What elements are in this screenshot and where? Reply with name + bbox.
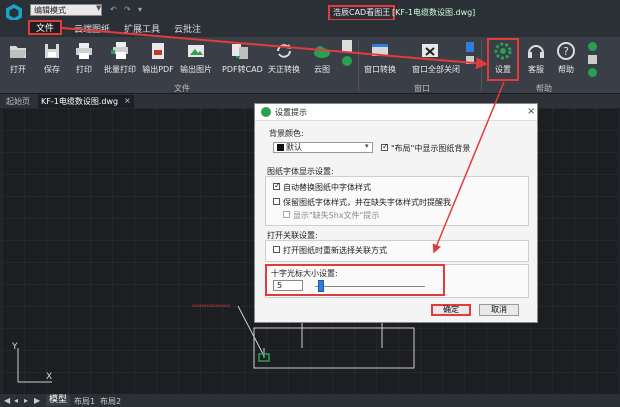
layout-bg-checkbox[interactable] [381, 142, 389, 151]
close-all-windows-button[interactable]: 窗口全部关闭 [412, 41, 460, 75]
export-pdf-button[interactable]: 输出PDF [140, 41, 176, 75]
nav-last-icon[interactable]: ▶ [34, 396, 40, 405]
close-icon[interactable]: × [124, 96, 131, 105]
svg-text:xxxxxxxxxxxxxxxx: xxxxxxxxxxxxxxxx [192, 303, 231, 308]
divider [481, 41, 482, 91]
export-image-button[interactable]: 输出图片 [178, 41, 214, 75]
reselect-assoc-checkbox[interactable] [273, 246, 280, 253]
redo-icon[interactable]: ↷ [124, 5, 131, 14]
tab-model[interactable]: 模型 [46, 395, 70, 406]
window-switch-icon [372, 44, 388, 56]
batch-print-button[interactable]: 批量打印 [102, 41, 138, 75]
group-label-help: 帮助 [536, 84, 552, 93]
settings-dialog: 设置提示 × 背景颜色: 默认 ▾ "布局"中显示图纸背景 图纸字体显示设置: … [254, 103, 538, 323]
status-icon[interactable] [588, 42, 597, 51]
info-icon[interactable] [588, 68, 597, 77]
layout-bg-label: "布局"中显示图纸背景 [391, 144, 471, 153]
batch-print-icon [111, 42, 128, 59]
tangent-convert-button[interactable]: 天正转换 [266, 41, 302, 75]
auto-replace-font-checkbox[interactable] [273, 181, 281, 190]
tab-layout-2[interactable]: 布局2 [100, 396, 121, 407]
crosshair-slider-track[interactable] [315, 286, 425, 287]
settings-highlight [487, 38, 519, 81]
ok-button[interactable]: 确定 [431, 304, 471, 316]
bg-color-label: 背景颜色: [269, 129, 304, 138]
cloud-icon [314, 46, 330, 58]
nav-prev-icon[interactable]: ◂ [14, 396, 18, 405]
cloud-button[interactable]: 云图 [304, 41, 340, 75]
nav-first-icon[interactable]: ◀ [4, 396, 10, 405]
app-title: 浩辰CAD看图王 [328, 5, 396, 21]
help-icon: ? [557, 42, 575, 60]
pdf-export-icon [152, 43, 164, 59]
group-label-file: 文件 [174, 84, 190, 93]
close-icon[interactable]: × [527, 106, 535, 117]
tab-cloud-annotation[interactable]: 云批注 [174, 22, 201, 35]
print-icon [76, 43, 92, 59]
headset-icon [528, 45, 544, 58]
document-title: [KF-1电缆数设图.dwg] [392, 8, 476, 17]
auto-replace-font-label: 自动替换图纸中字体样式 [283, 183, 371, 192]
crosshair-slider-thumb[interactable] [317, 280, 324, 292]
bg-color-value: 默认 [286, 143, 302, 152]
tab-layout-1[interactable]: 布局1 [74, 396, 95, 407]
pdf-to-cad-icon [232, 44, 248, 59]
pdf-to-cad-button[interactable]: PDF转CAD [222, 41, 263, 75]
reselect-assoc-label: 打开图纸时重新选择关联方式 [283, 246, 387, 255]
image-export-icon [188, 45, 204, 57]
window-switch-button[interactable]: 窗口转换 [362, 41, 398, 75]
help-button[interactable]: ? 帮助 [548, 41, 584, 75]
close-all-windows-icon [422, 44, 438, 57]
tab-extensions[interactable]: 扩展工具 [124, 22, 160, 35]
chevron-down-icon[interactable]: ▾ [365, 142, 369, 150]
convert-icon [277, 44, 291, 58]
pause-icon[interactable] [466, 42, 474, 52]
doc-small-icon[interactable] [342, 40, 352, 52]
grid-icon[interactable] [588, 55, 597, 64]
show-missing-shx-label: 显示"缺失Shx文件"提示 [293, 211, 380, 220]
print-button[interactable]: 打印 [66, 41, 102, 75]
nav-next-icon[interactable]: ▸ [24, 396, 28, 405]
x-axis-label: X [46, 372, 53, 382]
save-icon [45, 44, 59, 58]
crosshair-section-title: 十字光标大小设置: [271, 269, 338, 278]
dialog-title: 设置提示 [275, 108, 307, 117]
cancel-button[interactable]: 取消 [479, 304, 519, 316]
tab-cloud-drawings[interactable]: 云端图纸 [74, 22, 110, 35]
show-missing-shx-checkbox[interactable] [283, 211, 290, 218]
keep-font-style-checkbox[interactable] [273, 198, 280, 205]
mode-select[interactable]: 编辑模式 [30, 4, 102, 16]
tab-start-page[interactable]: 起始页 [6, 96, 30, 107]
y-axis-label: Y [12, 342, 18, 352]
open-button[interactable]: 打开 [0, 41, 36, 75]
bg-color-select[interactable]: 默认 [273, 142, 373, 153]
quick-menu-icon[interactable]: ▾ [138, 5, 142, 14]
save-button[interactable]: 保存 [34, 41, 70, 75]
color-swatch [277, 144, 284, 151]
crosshair-size-input[interactable]: 5 [273, 280, 303, 291]
tab-active-drawing[interactable]: KF-1电缆数设图.dwg [38, 95, 134, 108]
svg-text:?: ? [563, 45, 569, 58]
tab-file[interactable]: 文件 [28, 20, 62, 35]
refresh-small-icon[interactable] [342, 56, 352, 66]
keep-font-style-label: 保留图纸字体样式，并在缺失字体样式时提醒我 [283, 198, 451, 207]
window-small-icon[interactable] [466, 56, 474, 64]
chevron-down-icon[interactable]: ▼ [96, 4, 101, 12]
group-label-window: 窗口 [414, 84, 430, 93]
divider [358, 41, 359, 91]
folder-open-icon [10, 46, 26, 58]
undo-icon[interactable]: ↶ [110, 5, 117, 14]
dialog-app-icon [261, 107, 271, 117]
